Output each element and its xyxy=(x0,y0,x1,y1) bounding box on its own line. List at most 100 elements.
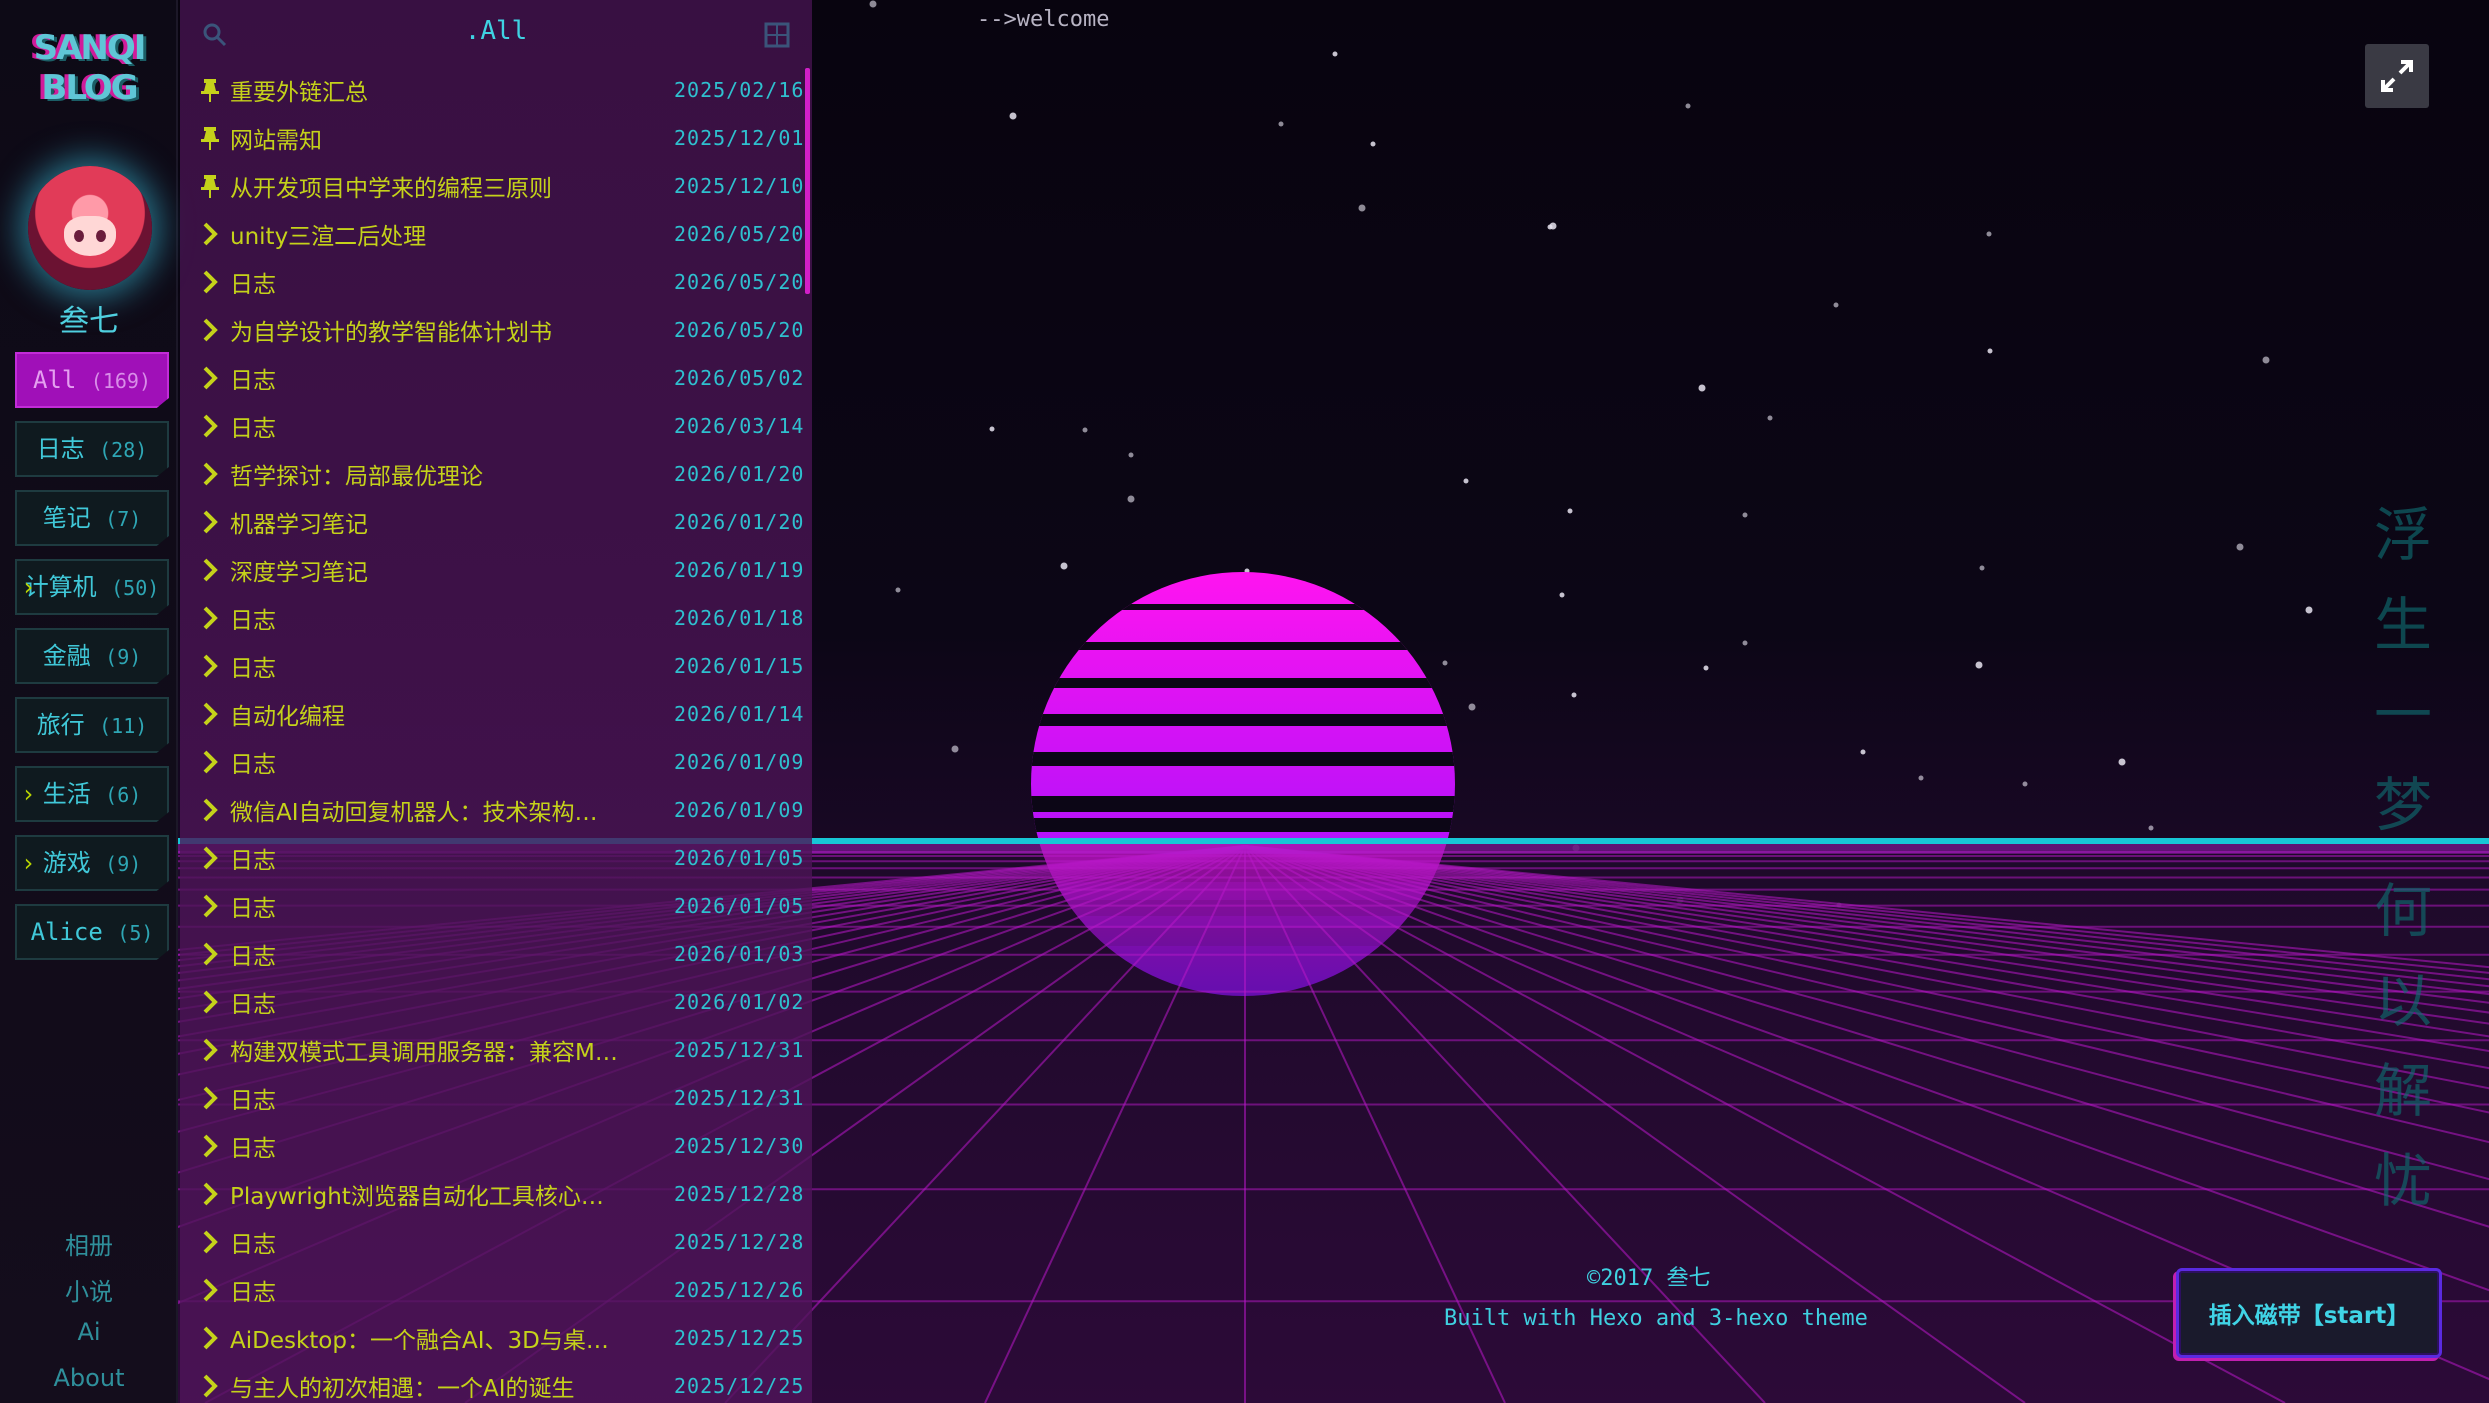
post-row[interactable]: 日志 2026/01/03 xyxy=(180,930,812,978)
pin-icon xyxy=(190,162,230,210)
post-title: 日志 xyxy=(230,1280,276,1306)
category-label: All xyxy=(32,366,77,394)
post-row[interactable]: 日志 2026/01/18 xyxy=(180,594,812,642)
category-label: 金融 xyxy=(42,642,91,670)
nav-link-ai[interactable]: Ai xyxy=(0,1318,178,1346)
post-row[interactable]: 日志 2026/01/02 xyxy=(180,978,812,1026)
chevron-right-icon xyxy=(190,498,230,546)
category-item-3[interactable]: › 计算机 (50) xyxy=(15,559,169,615)
welcome-text: -->welcome xyxy=(977,7,1110,32)
post-row[interactable]: 日志 2026/01/09 xyxy=(180,738,812,786)
chevron-right-icon xyxy=(190,306,230,354)
post-row[interactable]: 重要外链汇总 2025/02/16 xyxy=(180,66,812,114)
star xyxy=(1918,775,1924,781)
nav-link-novel[interactable]: 小说 xyxy=(0,1272,178,1307)
post-row[interactable]: 为自学设计的教学智能体计划书 2026/05/20 xyxy=(180,306,812,354)
post-title: 日志 xyxy=(230,1088,276,1114)
post-date: 2026/01/18 xyxy=(674,606,805,630)
category-item-0[interactable]: All (169) xyxy=(15,352,169,408)
star xyxy=(1442,660,1448,666)
post-title: 深度学习笔记 xyxy=(230,560,368,586)
post-row[interactable]: 自动化编程 2026/01/14 xyxy=(180,690,812,738)
chevron-right-icon xyxy=(190,546,230,594)
category-count: (9) xyxy=(105,645,142,669)
post-row[interactable]: 网站需知 2025/12/01 xyxy=(180,114,812,162)
post-row[interactable]: 日志 2026/01/05 xyxy=(180,882,812,930)
post-row[interactable]: 日志 2026/03/14 xyxy=(180,402,812,450)
star xyxy=(1060,562,1068,570)
category-count: (9) xyxy=(105,852,142,876)
chevron-right-icon: › xyxy=(21,849,36,877)
category-item-5[interactable]: 旅行 (11) xyxy=(15,697,169,753)
nav-link-album[interactable]: 相册 xyxy=(0,1226,178,1261)
post-row[interactable]: Playwright浏览器自动化工具核心… 2025/12/28 xyxy=(180,1170,812,1218)
post-date: 2026/01/20 xyxy=(674,510,805,534)
chevron-right-icon xyxy=(190,258,230,306)
post-row[interactable]: 与主人的初次相遇：一个AI的诞生 2025/12/25 xyxy=(180,1362,812,1403)
star xyxy=(1559,592,1565,598)
post-row[interactable]: 机器学习笔记 2026/01/20 xyxy=(180,498,812,546)
post-list: 重要外链汇总 2025/02/16 网站需知 2025/12/01 从开发项目中学来的编… xyxy=(180,66,812,1403)
star xyxy=(1742,640,1748,646)
expand-icon xyxy=(2381,60,2413,92)
post-row[interactable]: 哲学探讨：局部最优理论 2026/01/20 xyxy=(180,450,812,498)
category-item-7[interactable]: › 游戏 (9) xyxy=(15,835,169,891)
chevron-right-icon xyxy=(190,594,230,642)
post-row[interactable]: AiDesktop：一个融合AI、3D与桌… 2025/12/25 xyxy=(180,1314,812,1362)
post-row[interactable]: unity三渲二后处理 2026/05/20 xyxy=(180,210,812,258)
category-item-2[interactable]: 笔记 (7) xyxy=(15,490,169,546)
star xyxy=(895,587,901,593)
poem-char: 解 xyxy=(2373,1057,2432,1125)
post-row[interactable]: 构建双模式工具调用服务器：兼容M… 2025/12/31 xyxy=(180,1026,812,1074)
post-title: 日志 xyxy=(230,656,276,682)
star xyxy=(1986,231,1992,237)
star xyxy=(1742,512,1748,518)
category-item-8[interactable]: Alice (5) xyxy=(15,904,169,960)
post-date: 2026/01/19 xyxy=(674,558,805,582)
post-date: 2025/12/30 xyxy=(674,1134,805,1158)
post-title: Playwright浏览器自动化工具核心… xyxy=(230,1184,604,1210)
insert-tape-start-button[interactable]: 插入磁带【start】 xyxy=(2176,1268,2442,1358)
post-row[interactable]: 日志 2026/05/20 xyxy=(180,258,812,306)
poem-char: 以 xyxy=(2373,967,2432,1035)
chevron-right-icon xyxy=(190,978,230,1026)
post-date: 2026/01/05 xyxy=(674,894,805,918)
post-date: 2025/12/31 xyxy=(674,1086,805,1110)
category-label: 生活 xyxy=(42,780,91,808)
grid-icon[interactable] xyxy=(764,22,790,48)
post-row[interactable]: 日志 2025/12/30 xyxy=(180,1122,812,1170)
post-row[interactable]: 微信AI自动回复机器人：技术架构… 2026/01/09 xyxy=(180,786,812,834)
post-date: 2025/02/16 xyxy=(674,78,805,102)
category-item-1[interactable]: 日志 (28) xyxy=(15,421,169,477)
post-row[interactable]: 日志 2026/05/02 xyxy=(180,354,812,402)
fullscreen-button[interactable] xyxy=(2365,44,2429,108)
category-item-6[interactable]: › 生活 (6) xyxy=(15,766,169,822)
post-row[interactable]: 日志 2025/12/31 xyxy=(180,1074,812,1122)
star xyxy=(1009,112,1017,120)
site-logo[interactable]: SANQI BLOG xyxy=(0,28,178,108)
post-title: 日志 xyxy=(230,1232,276,1258)
star xyxy=(2022,781,2028,787)
post-title: 从开发项目中学来的编程三原则 xyxy=(230,176,552,202)
post-row[interactable]: 日志 2025/12/28 xyxy=(180,1218,812,1266)
post-row[interactable]: 从开发项目中学来的编程三原则 2025/12/10 xyxy=(180,162,812,210)
avatar[interactable] xyxy=(28,166,152,290)
nav-link-about[interactable]: About xyxy=(0,1364,178,1392)
footer-built-with: Built with Hexo and 3-hexo theme xyxy=(1444,1306,1868,1331)
post-date: 2026/05/20 xyxy=(674,318,805,342)
post-date: 2026/01/02 xyxy=(674,990,805,1014)
chevron-right-icon xyxy=(190,1362,230,1403)
chevron-right-icon xyxy=(190,642,230,690)
post-date: 2026/01/03 xyxy=(674,942,805,966)
post-date: 2025/12/26 xyxy=(674,1278,805,1302)
post-row[interactable]: 日志 2026/01/15 xyxy=(180,642,812,690)
post-row[interactable]: 日志 2025/12/26 xyxy=(180,1266,812,1314)
pin-icon xyxy=(190,66,230,114)
post-title: 日志 xyxy=(230,752,276,778)
post-row[interactable]: 深度学习笔记 2026/01/19 xyxy=(180,546,812,594)
star xyxy=(1358,204,1366,212)
post-row[interactable]: 日志 2026/01/05 xyxy=(180,834,812,882)
post-title: 日志 xyxy=(230,992,276,1018)
post-list-panel: .All 重要外链汇总 2025/02/16 网站需知 2025/12/01 从开发项目… xyxy=(180,0,812,1403)
category-item-4[interactable]: 金融 (9) xyxy=(15,628,169,684)
